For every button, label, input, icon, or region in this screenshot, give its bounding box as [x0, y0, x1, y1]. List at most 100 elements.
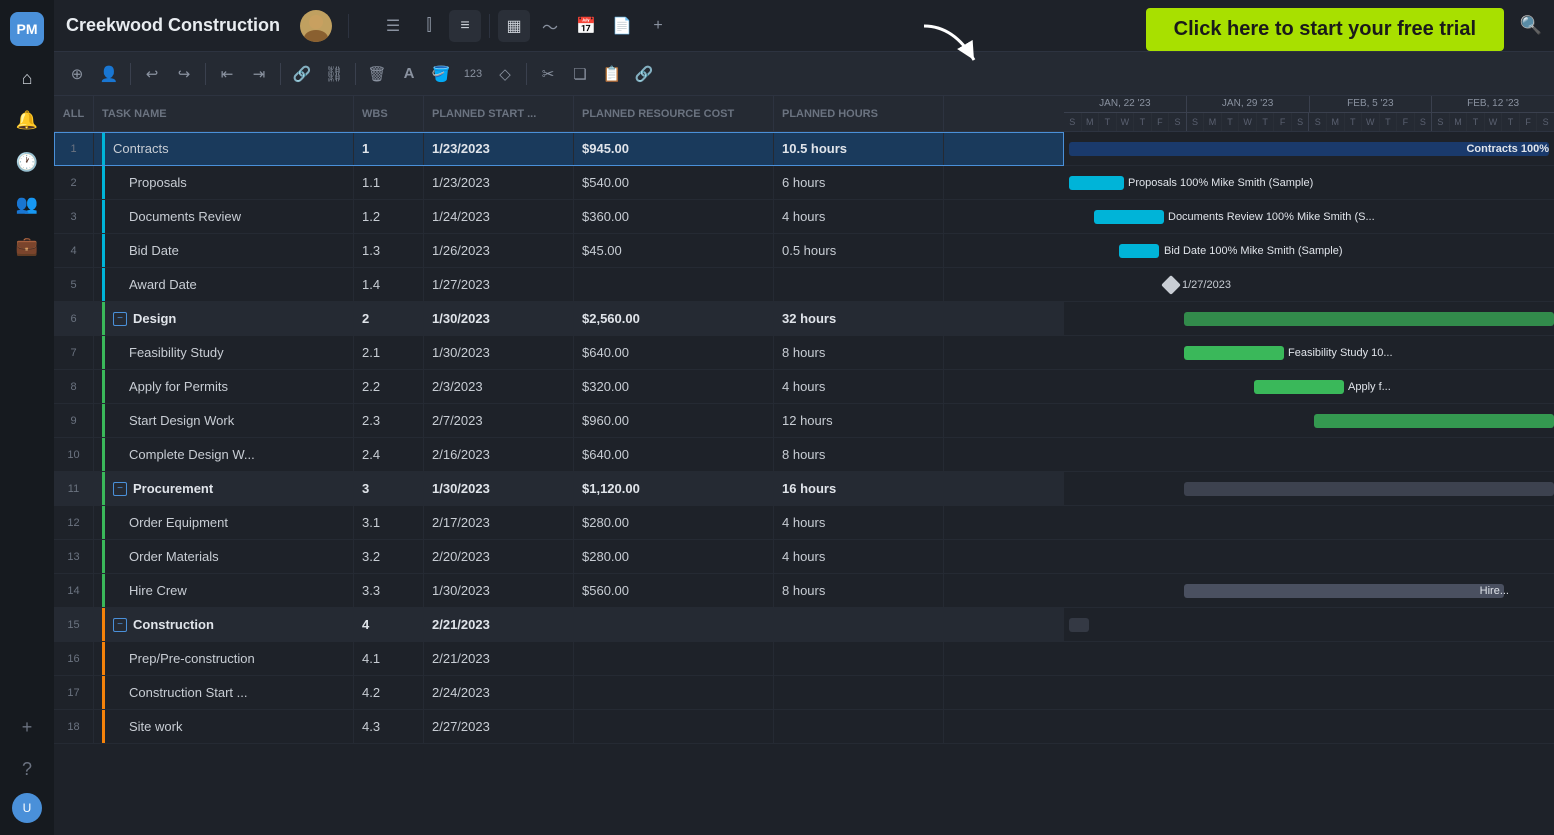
gantt-row	[1064, 438, 1554, 472]
cta-banner[interactable]: Click here to start your free trial	[1146, 8, 1504, 51]
table-row[interactable]: 15 − Construction 4 2/21/2023	[54, 608, 1064, 642]
menu-view-button[interactable]: ≡	[449, 10, 481, 42]
gantt-milestone	[1161, 275, 1181, 295]
gantt-row	[1064, 608, 1554, 642]
collapse-icon[interactable]: −	[113, 482, 127, 496]
unlink-button[interactable]: ⛓	[319, 59, 349, 89]
gantt-day: W	[1117, 113, 1135, 131]
task-name: Bid Date	[94, 234, 354, 267]
link-button[interactable]: 🔗	[287, 59, 317, 89]
add-user-button[interactable]: 👤	[94, 59, 124, 89]
copy-button[interactable]: ❏	[565, 59, 595, 89]
chart-view-button[interactable]: ⫿	[413, 10, 445, 42]
sidebar-add-button[interactable]: +	[9, 709, 45, 745]
task-wbs: 4.3	[354, 710, 424, 743]
cut-button[interactable]: ✂	[533, 59, 563, 89]
calendar-view-button[interactable]: 📅	[570, 10, 602, 42]
table-row[interactable]: 10 Complete Design W... 2.4 2/16/2023 $6…	[54, 438, 1064, 472]
table-row[interactable]: 9 Start Design Work 2.3 2/7/2023 $960.00…	[54, 404, 1064, 438]
table-row[interactable]: 11 − Procurement 3 1/30/2023 $1,120.00 1…	[54, 472, 1064, 506]
table-row[interactable]: 17 Construction Start ... 4.2 2/24/2023	[54, 676, 1064, 710]
task-cost: $360.00	[574, 200, 774, 233]
gantt-bar-label: Proposals 100% Mike Smith (Sample)	[1128, 177, 1313, 189]
row-num: 8	[54, 370, 94, 403]
table-row[interactable]: 18 Site work 4.3 2/27/2023	[54, 710, 1064, 744]
paint-button[interactable]: 🪣	[426, 59, 456, 89]
gantt-day: S	[1537, 113, 1554, 131]
col-header-hours[interactable]: PLANNED HOURS	[774, 96, 944, 131]
gantt-day: W	[1485, 113, 1503, 131]
number-button[interactable]: 123	[458, 59, 488, 89]
table-row[interactable]: 14 Hire Crew 3.3 1/30/2023 $560.00 8 hou…	[54, 574, 1064, 608]
indent-left-button[interactable]: ⇤	[212, 59, 242, 89]
gantt-row: Apply f...	[1064, 370, 1554, 404]
chain-button[interactable]: 🔗	[629, 59, 659, 89]
col-header-start[interactable]: PLANNED START ...	[424, 96, 574, 131]
add-view-button[interactable]: +	[642, 10, 674, 42]
table-row[interactable]: 13 Order Materials 3.2 2/20/2023 $280.00…	[54, 540, 1064, 574]
table-row[interactable]: 6 − Design 2 1/30/2023 $2,560.00 32 hour…	[54, 302, 1064, 336]
task-cost: $280.00	[574, 506, 774, 539]
table-row[interactable]: 4 Bid Date 1.3 1/26/2023 $45.00 0.5 hour…	[54, 234, 1064, 268]
col-header-all[interactable]: ALL	[54, 96, 94, 131]
table-view-button[interactable]: ▦	[498, 10, 530, 42]
task-hours: 8 hours	[774, 336, 944, 369]
task-name: Proposals	[94, 166, 354, 199]
add-row-button[interactable]: ⊕	[62, 59, 92, 89]
collapse-icon[interactable]: −	[113, 618, 127, 632]
sidebar-item-briefcase[interactable]: 💼	[9, 228, 45, 264]
col-header-task[interactable]: TASK NAME	[94, 96, 354, 131]
gantt-bar-label: Bid Date 100% Mike Smith (Sample)	[1164, 245, 1343, 257]
task-wbs: 2	[354, 302, 424, 335]
task-wbs: 2.2	[354, 370, 424, 403]
top-header: Creekwood Construction ☰ ⫿ ≡ ▦ 〜 📅 📄 + C…	[54, 0, 1554, 52]
app-logo[interactable]: PM	[10, 12, 44, 46]
sidebar-item-home[interactable]: ⌂	[9, 60, 45, 96]
sidebar-item-team[interactable]: 👥	[9, 186, 45, 222]
table-row[interactable]: 16 Prep/Pre-construction 4.1 2/21/2023	[54, 642, 1064, 676]
task-start: 2/7/2023	[424, 404, 574, 437]
gantt-day: T	[1099, 113, 1117, 131]
task-name: Start Design Work	[94, 404, 354, 437]
list-view-button[interactable]: ☰	[377, 10, 409, 42]
row-num: 11	[54, 472, 94, 505]
redo-button[interactable]: ↪	[169, 59, 199, 89]
table-row[interactable]: 5 Award Date 1.4 1/27/2023	[54, 268, 1064, 302]
sep1	[348, 14, 349, 38]
table-row[interactable]: 1 Contracts 1 1/23/2023 $945.00 10.5 hou…	[54, 132, 1064, 166]
table-row[interactable]: 7 Feasibility Study 2.1 1/30/2023 $640.0…	[54, 336, 1064, 370]
row-num: 15	[54, 608, 94, 641]
sidebar-item-notifications[interactable]: 🔔	[9, 102, 45, 138]
task-cost: $45.00	[574, 234, 774, 267]
table-row[interactable]: 12 Order Equipment 3.1 2/17/2023 $280.00…	[54, 506, 1064, 540]
sidebar-item-time[interactable]: 🕐	[9, 144, 45, 180]
search-button[interactable]: 🔍	[1520, 15, 1542, 36]
font-button[interactable]: A	[394, 59, 424, 89]
gantt-day: F	[1520, 113, 1538, 131]
paste-button[interactable]: 📋	[597, 59, 627, 89]
task-wbs: 1.2	[354, 200, 424, 233]
gantt-row	[1064, 540, 1554, 574]
gantt-bar-label: Contracts 100%	[1466, 143, 1549, 155]
task-wbs: 2.3	[354, 404, 424, 437]
toolbar: ⊕ 👤 ↩ ↪ ⇤ ⇥ 🔗 ⛓ 🗑 A 🪣 123 ◇ ✂ ❏ 📋 🔗	[54, 52, 1554, 96]
collapse-icon[interactable]: −	[113, 312, 127, 326]
delete-button[interactable]: 🗑	[362, 59, 392, 89]
col-header-cost[interactable]: PLANNED RESOURCE COST	[574, 96, 774, 131]
indent-right-button[interactable]: ⇥	[244, 59, 274, 89]
shape-button[interactable]: ◇	[490, 59, 520, 89]
table-row[interactable]: 8 Apply for Permits 2.2 2/3/2023 $320.00…	[54, 370, 1064, 404]
user-avatar[interactable]: U	[12, 793, 42, 823]
table-row[interactable]: 2 Proposals 1.1 1/23/2023 $540.00 6 hour…	[54, 166, 1064, 200]
undo-button[interactable]: ↩	[137, 59, 167, 89]
gantt-bar-design	[1184, 312, 1554, 326]
task-name: Apply for Permits	[94, 370, 354, 403]
doc-view-button[interactable]: 📄	[606, 10, 638, 42]
table-row[interactable]: 3 Documents Review 1.2 1/24/2023 $360.00…	[54, 200, 1064, 234]
wave-view-button[interactable]: 〜	[534, 10, 566, 42]
gantt-day: T	[1134, 113, 1152, 131]
sidebar-help-button[interactable]: ?	[9, 751, 45, 787]
task-cost: $640.00	[574, 336, 774, 369]
task-wbs: 3.3	[354, 574, 424, 607]
col-header-wbs[interactable]: WBS	[354, 96, 424, 131]
